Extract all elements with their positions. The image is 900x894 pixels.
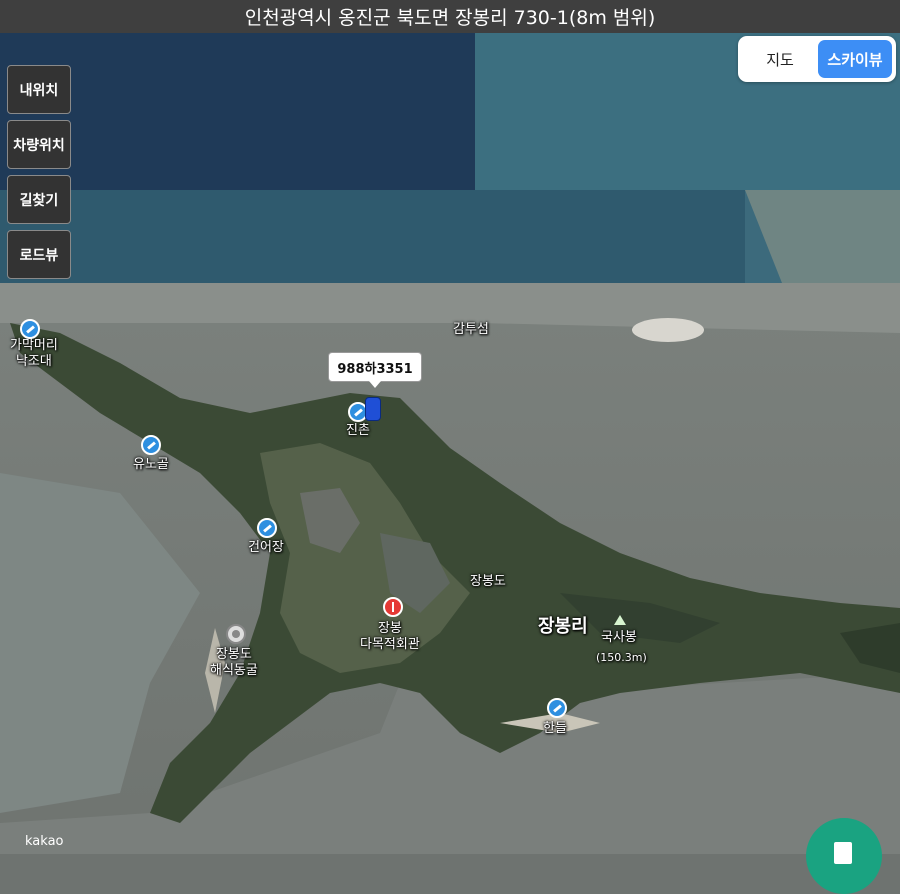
place-handeul: 한들 [543,721,567,736]
car-icon[interactable] [365,397,381,421]
my-location-button[interactable]: 내위치 [7,65,71,114]
mountain-peak-icon [614,615,626,625]
map-type-toggle: 지도 스카이뷰 [738,36,896,82]
place-geoneojang: 건어장 [248,540,284,555]
place-jangbongdo-cave: 장봉도 해식동굴 [210,647,258,678]
skyview-option[interactable]: 스카이뷰 [818,40,892,78]
vehicle-plate-label[interactable]: 988하3351 [328,352,422,388]
address-header: 인천광역시 옹진군 북도면 장봉리 730-1(8m 범위) [0,0,900,33]
place-yunogol: 유노골 [133,457,169,472]
beach-pin-icon[interactable] [547,698,567,718]
public-facility-icon[interactable] [383,597,403,617]
place-gamakmeori: 가막머리 낙조대 [10,338,58,369]
roadview-button[interactable]: 로드뷰 [7,230,71,279]
place-jangbongri: 장봉리 [538,616,588,637]
satellite-imagery [0,33,900,854]
address-title: 인천광역시 옹진군 북도면 장봉리 730-1(8m 범위) [244,7,656,29]
beach-pin-icon[interactable] [257,518,277,538]
place-jangbongdo: 장봉도 [470,574,506,589]
map-view[interactable]: 가막머리 낙조대 유노골 진촌 감투섬 건어장 장봉도 장봉 다목적회관 장봉리… [0,33,900,854]
peak-height: (150.3m) [596,651,647,664]
place-jangbong-hall: 장봉 다목적회관 [360,621,420,652]
viewpoint-pin-icon[interactable] [20,319,40,339]
map-attribution: kakao [25,834,64,849]
place-jinchon: 진촌 [346,423,370,438]
document-icon [834,842,852,864]
beach-pin-icon[interactable] [141,435,161,455]
map-view-option[interactable]: 지도 [744,40,816,78]
landmark-icon[interactable] [226,624,246,644]
place-gamtuseom: 감투섬 [453,322,489,337]
place-guksabong: 국사봉 [601,630,637,645]
document-fab-button[interactable] [806,818,882,894]
vehicle-location-button[interactable]: 차량위치 [7,120,71,169]
directions-button[interactable]: 길찾기 [7,175,71,224]
